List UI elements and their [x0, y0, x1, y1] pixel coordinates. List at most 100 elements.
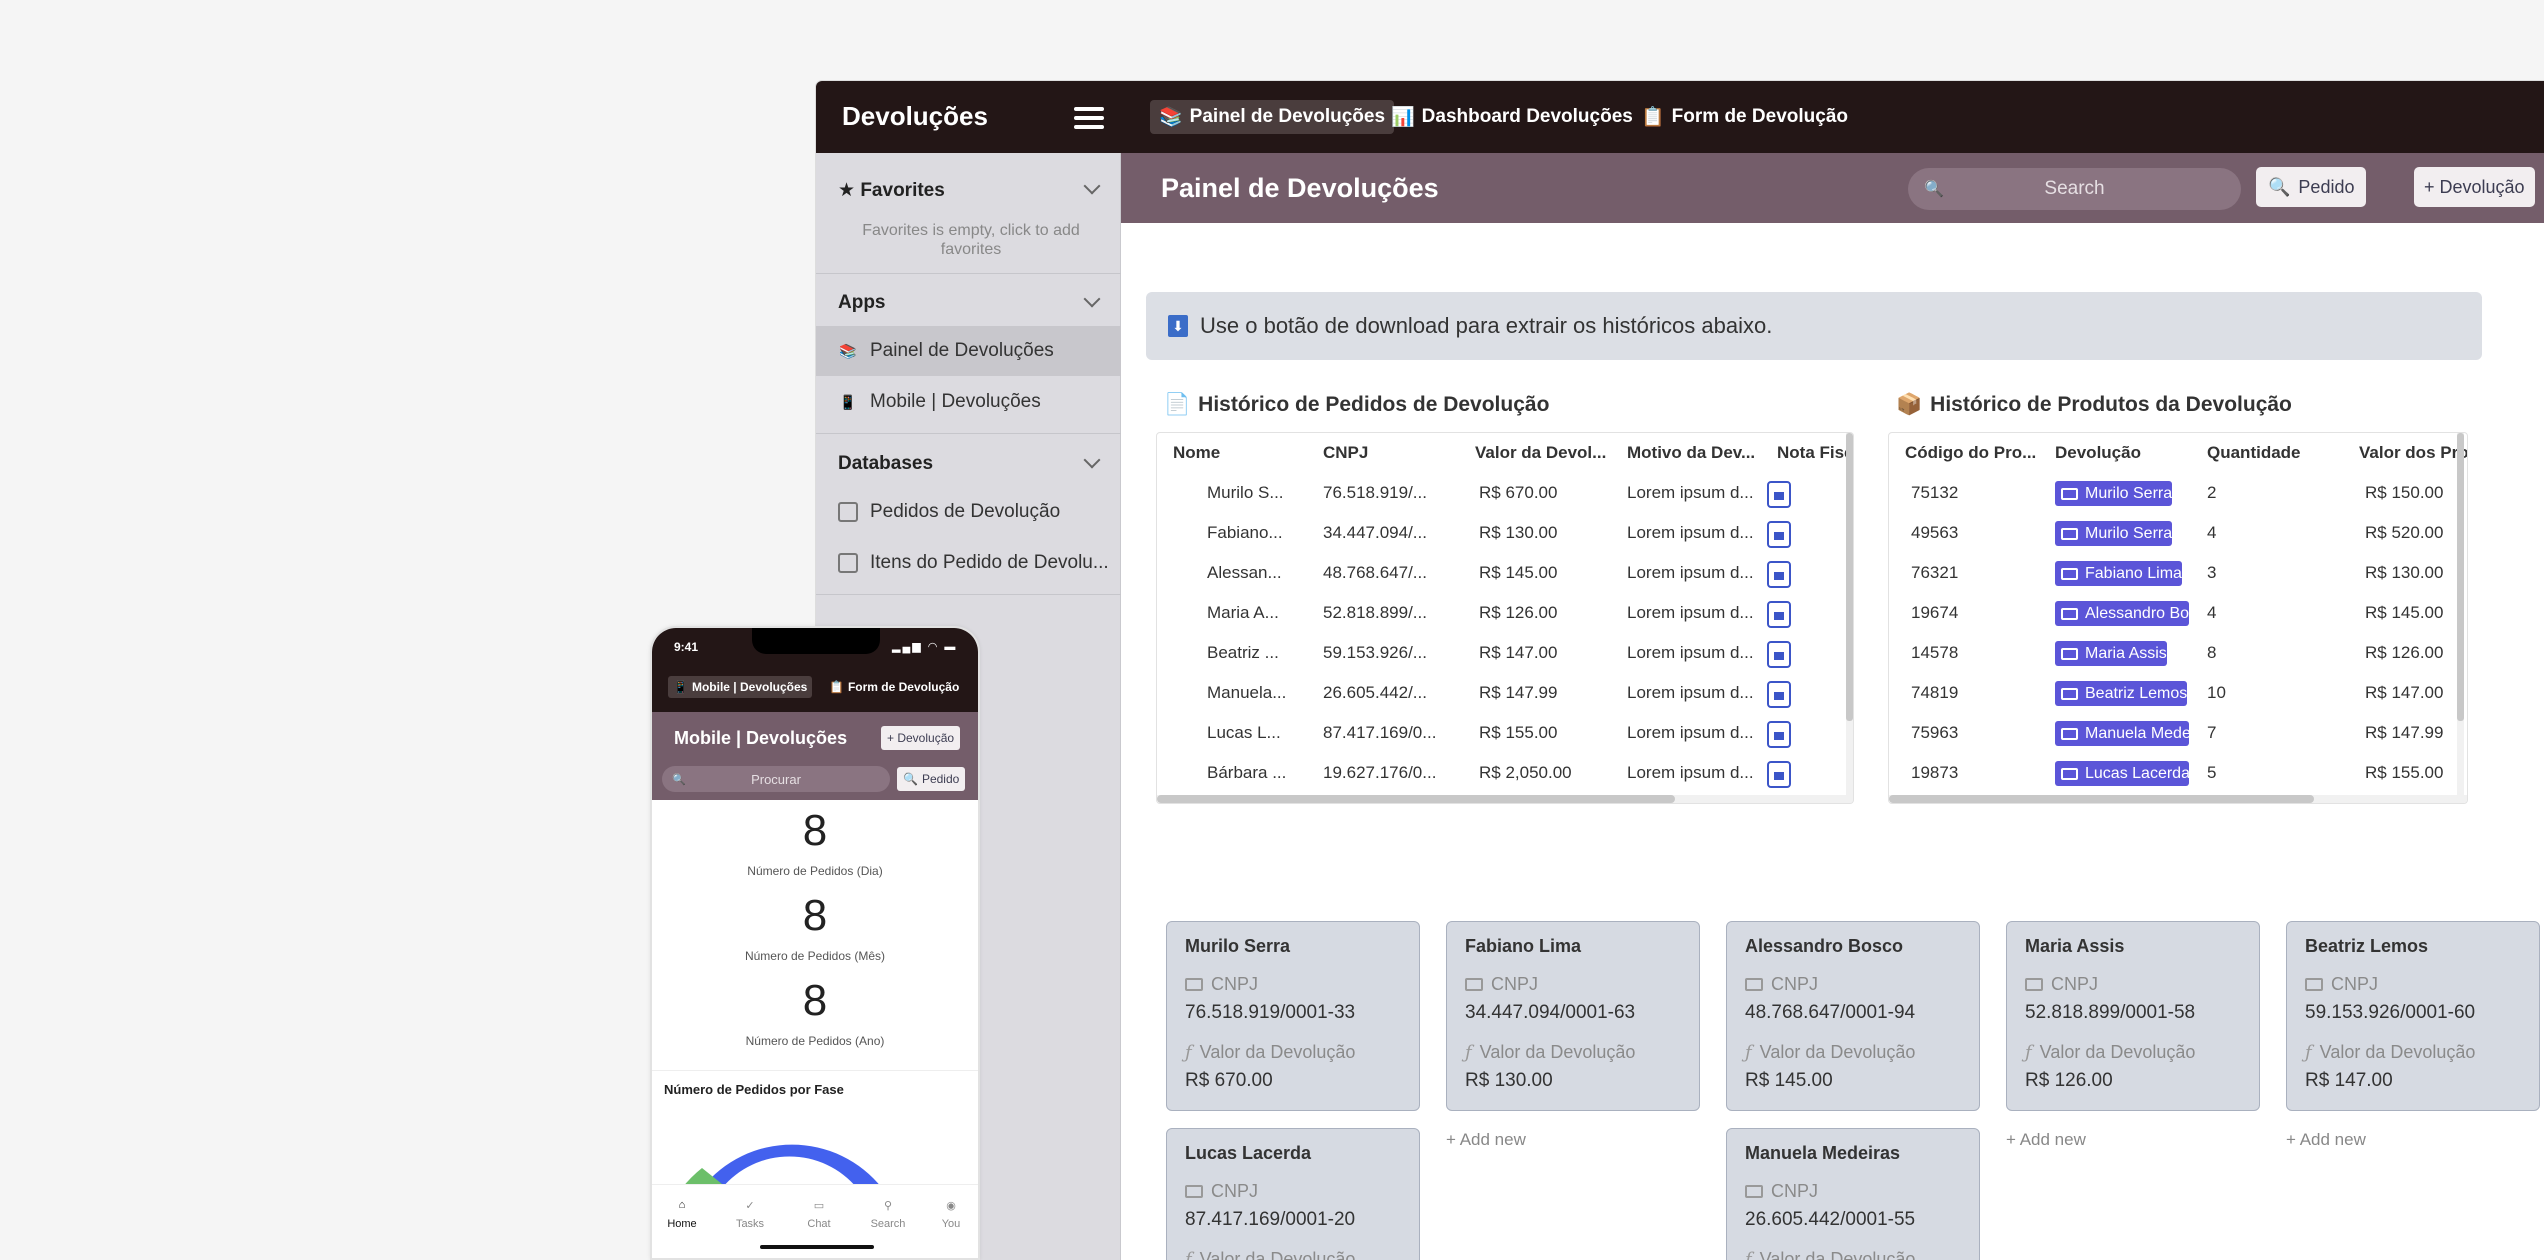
devolucao-chip[interactable]: Maria Assis: [2055, 641, 2167, 666]
mobile-add-devolucao-button[interactable]: + Devolução: [881, 726, 961, 750]
sidebar-item-mobile[interactable]: 📱 Mobile | Devoluções: [816, 377, 1121, 427]
devolucao-chip[interactable]: Beatriz Lemos: [2055, 681, 2188, 706]
column-header[interactable]: Valor dos Pro: [2359, 433, 2467, 473]
nav-tab-form[interactable]: 📋 Form de Devolução: [1632, 100, 1857, 134]
table-row[interactable]: 14578 Maria Assis 8 R$ 126.00: [1889, 633, 2467, 673]
table-row[interactable]: Alessan... 48.768.647/... R$ 145.00 Lorem i…: [1157, 553, 1853, 593]
mobile-tab-bar: ⌂ Home ✓ Tasks ▭ Chat ⚲ Search ◉ You: [652, 1184, 978, 1258]
chevron-down-icon[interactable]: [1083, 290, 1101, 308]
tab-tasks[interactable]: ✓ Tasks: [725, 1199, 775, 1230]
horizontal-scrollbar[interactable]: [1157, 795, 1853, 803]
pdf-file-icon[interactable]: [1767, 681, 1791, 708]
table-row[interactable]: 75963 Manuela Mede 7 R$ 147.99: [1889, 713, 2467, 753]
horizontal-scrollbar[interactable]: [1889, 795, 2467, 803]
add-devolucao-button[interactable]: + Devolução: [2414, 167, 2535, 207]
table-row[interactable]: 74819 Beatriz Lemos 10 R$ 147.00: [1889, 673, 2467, 713]
kanban-card[interactable]: Maria Assis CNPJ 52.818.899/0001-58 ƒ Valor …: [2006, 921, 2260, 1111]
kanban-card[interactable]: Lucas Lacerda CNPJ 87.417.169/0001-20 ƒ Valo…: [1166, 1128, 1420, 1260]
tab-search[interactable]: ⚲ Search: [863, 1199, 913, 1230]
table-row[interactable]: 75132 Murilo Serra 2 R$ 150.00: [1889, 473, 2467, 513]
devolucao-chip[interactable]: Alessandro Bo: [2055, 601, 2189, 626]
favorites-header[interactable]: ★ Favorites: [838, 179, 945, 202]
scroll-thumb[interactable]: [1889, 795, 2314, 803]
column-header[interactable]: Valor da Devol...: [1475, 433, 1606, 473]
column-header[interactable]: Devolução: [2055, 433, 2141, 473]
table-row[interactable]: Bárbara ... 19.627.176/0... R$ 2,050.00 Lor…: [1157, 753, 1853, 793]
column-header[interactable]: CNPJ: [1323, 433, 1368, 473]
table-cell: 4: [2207, 603, 2217, 622]
pdf-file-icon[interactable]: [1767, 521, 1791, 548]
table-cell: 76.518.919/...: [1323, 483, 1427, 502]
pdf-file-icon[interactable]: [1767, 481, 1791, 508]
scroll-thumb[interactable]: [2457, 433, 2464, 721]
table-row[interactable]: Lucas L... 87.417.169/0... R$ 155.00 Lorem …: [1157, 713, 1853, 753]
table-row[interactable]: Fabiano... 34.447.094/... R$ 130.00 Lorem i…: [1157, 513, 1853, 553]
devolucao-chip[interactable]: Manuela Mede: [2055, 721, 2189, 746]
mobile-tab-form[interactable]: 📋 Form de Devolução: [824, 676, 964, 698]
mobile-pedido-button[interactable]: 🔍 Pedido: [897, 767, 966, 791]
nav-tab-label: Dashboard Devoluções: [1421, 106, 1633, 127]
column-header[interactable]: Motivo da Dev...: [1627, 433, 1755, 473]
formula-icon: ƒ: [1465, 1042, 1472, 1063]
tab-chat[interactable]: ▭ Chat: [794, 1199, 844, 1230]
table-row[interactable]: 49563 Murilo Serra 4 R$ 520.00: [1889, 513, 2467, 553]
column-header[interactable]: Nome: [1173, 433, 1220, 473]
devolucao-chip[interactable]: Murilo Serra: [2055, 481, 2173, 506]
add-new-link[interactable]: + Add new: [2006, 1130, 2086, 1150]
pdf-file-icon[interactable]: [1767, 721, 1791, 748]
info-banner: ⬇ Use o botão de download para extrair o…: [1146, 292, 2482, 360]
nav-tab-dashboard[interactable]: 📊 Dashboard Devoluções: [1382, 100, 1642, 134]
kanban-card[interactable]: Alessandro Bosco CNPJ 48.768.647/0001-94 ƒ V…: [1726, 921, 1980, 1111]
column-header[interactable]: Quantidade: [2207, 433, 2301, 473]
scroll-thumb[interactable]: [1157, 795, 1675, 803]
table-cell: Lorem ipsum d...: [1627, 763, 1754, 782]
sidebar-item-painel[interactable]: 📚 Painel de Devoluções: [816, 326, 1121, 376]
kanban-card[interactable]: Fabiano Lima CNPJ 34.447.094/0001-63 ƒ Valor…: [1446, 921, 1700, 1111]
table-row[interactable]: 76321 Fabiano Lima 3 R$ 130.00: [1889, 553, 2467, 593]
devolucao-chip[interactable]: Murilo Serra: [2055, 521, 2173, 546]
nav-tab-painel[interactable]: 📚 Painel de Devoluções: [1150, 100, 1395, 134]
apps-header[interactable]: Apps: [838, 292, 886, 314]
home-indicator: [760, 1245, 874, 1249]
devolucao-chip[interactable]: Lucas Lacerda: [2055, 761, 2189, 786]
scroll-thumb[interactable]: [1846, 433, 1853, 721]
pedido-button[interactable]: 🔍 Pedido: [2256, 167, 2367, 207]
produtos-table[interactable]: Código do Pro... Devolução Quantidade Valor…: [1888, 432, 2468, 804]
add-new-link[interactable]: + Add new: [1446, 1130, 1526, 1150]
vertical-scrollbar[interactable]: [1846, 433, 1853, 803]
table-row[interactable]: Beatriz ... 59.153.926/... R$ 147.00 Lorem …: [1157, 633, 1853, 673]
tab-home[interactable]: ⌂ Home: [657, 1199, 707, 1230]
vertical-scrollbar[interactable]: [2457, 433, 2464, 803]
pdf-file-icon[interactable]: [1767, 601, 1791, 628]
menu-icon[interactable]: [1074, 107, 1104, 129]
kanban-card[interactable]: Manuela Medeiras CNPJ 26.605.442/0001-55 ƒ V…: [1726, 1128, 1980, 1260]
table-row[interactable]: Manuela... 26.605.442/... R$ 147.99 Lorem i…: [1157, 673, 1853, 713]
sidebar-item-pedidos[interactable]: Pedidos de Devolução: [816, 487, 1121, 537]
databases-header[interactable]: Databases: [838, 453, 933, 475]
tab-you[interactable]: ◉ You: [926, 1199, 976, 1230]
pdf-file-icon[interactable]: [1767, 561, 1791, 588]
mobile-search-input[interactable]: 🔍 Procurar: [662, 766, 890, 792]
card-name: Alessandro Bosco: [1745, 936, 1904, 956]
table-row[interactable]: Murilo S... 76.518.919/... R$ 670.00 Lorem …: [1157, 473, 1853, 513]
chat-icon: ▭: [813, 1200, 825, 1212]
mobile-tab-mobile[interactable]: 📱 Mobile | Devoluções: [668, 676, 813, 698]
pdf-file-icon[interactable]: [1767, 641, 1791, 668]
kanban-card[interactable]: Murilo Serra CNPJ 76.518.919/0001-33 ƒ Valor…: [1166, 921, 1420, 1111]
pedidos-table[interactable]: Nome CNPJ Valor da Devol... Motivo da Dev..…: [1156, 432, 1854, 804]
chevron-down-icon[interactable]: [1083, 451, 1101, 469]
pdf-file-icon[interactable]: [1767, 761, 1791, 788]
id-card-icon: [1745, 1185, 1763, 1198]
table-row[interactable]: 19873 Lucas Lacerda 5 R$ 155.00: [1889, 753, 2467, 793]
table-row[interactable]: 19674 Alessandro Bo 4 R$ 145.00: [1889, 593, 2467, 633]
add-new-link[interactable]: + Add new: [2286, 1130, 2366, 1150]
favorites-empty-note[interactable]: Favorites is empty, click to add favorit…: [846, 221, 1096, 259]
column-header[interactable]: Nota Fisc: [1777, 433, 1853, 473]
kanban-card[interactable]: Beatriz Lemos CNPJ 59.153.926/0001-60 ƒ Valo…: [2286, 921, 2540, 1111]
sidebar-item-itens[interactable]: Itens do Pedido de Devolu...: [816, 538, 1121, 588]
devolucao-chip[interactable]: Fabiano Lima: [2055, 561, 2182, 586]
column-header[interactable]: Código do Pro...: [1905, 433, 2036, 473]
table-row[interactable]: Maria A... 52.818.899/... R$ 126.00 Lorem i…: [1157, 593, 1853, 633]
search-input[interactable]: 🔍 Search: [1908, 168, 2241, 210]
chevron-down-icon[interactable]: [1083, 177, 1101, 195]
